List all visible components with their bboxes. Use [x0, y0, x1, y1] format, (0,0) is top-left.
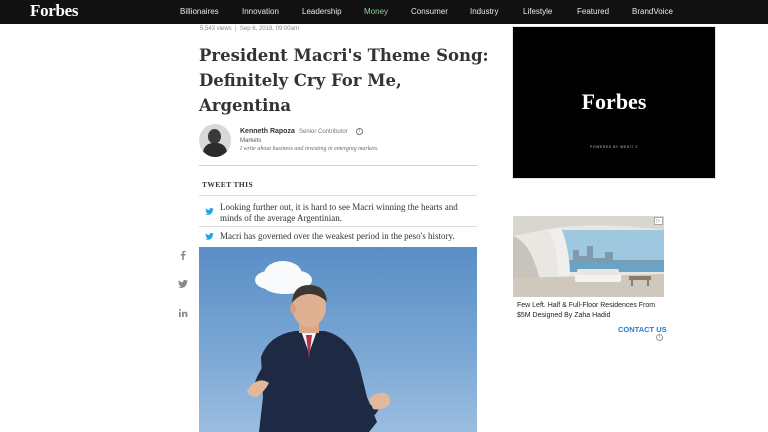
tweet-divider — [199, 226, 477, 227]
nav-item-lifestyle[interactable]: Lifestyle — [523, 7, 552, 16]
forbes-logo[interactable]: Forbes — [30, 1, 79, 21]
tweet-text: Macri has governed over the weakest peri… — [220, 231, 455, 241]
nav-item-innovation[interactable]: Innovation — [242, 7, 279, 16]
twitter-bird-icon — [205, 208, 214, 215]
ad-interior-illustration — [513, 216, 664, 297]
linkedin-icon[interactable] — [178, 308, 188, 318]
contact-us-button[interactable]: CONTACT US — [618, 325, 667, 334]
nav-item-brandvoice[interactable]: BrandVoice — [632, 7, 673, 16]
photo-illustration — [247, 261, 391, 432]
article-photo[interactable] — [199, 247, 477, 432]
avatar-head-shape — [208, 129, 221, 144]
nav-item-billionaires[interactable]: Billionaires — [180, 7, 219, 16]
publish-date: Sep 6, 2018, 09:00am — [239, 26, 299, 32]
ad-info-icon[interactable]: i — [656, 334, 663, 341]
person-figure — [247, 285, 391, 432]
nav-item-money[interactable]: Money — [364, 7, 388, 16]
nav-item-consumer[interactable]: Consumer — [411, 7, 448, 16]
article-headline: President Macri's Theme Song: Definitely… — [199, 46, 489, 115]
info-icon[interactable]: i — [356, 128, 363, 135]
facebook-icon[interactable] — [178, 250, 188, 260]
nav-item-featured[interactable]: Featured — [577, 7, 609, 16]
tweet-item[interactable]: Looking further out, it is hard to see M… — [202, 202, 477, 228]
ad-choices-icon[interactable]: ▷ — [654, 217, 663, 225]
forbes-display-ad[interactable]: Forbes POWERED BY WEDIT Z — [513, 27, 715, 178]
tweet-divider-top — [199, 195, 477, 196]
author-divider — [199, 165, 477, 166]
avatar-body-shape — [203, 143, 227, 157]
twitter-bird-icon — [205, 233, 214, 240]
top-navigation-bar: Forbes Billionaires Innovation Leadershi… — [0, 0, 768, 24]
author-role: Senior Contributor — [299, 129, 348, 135]
ad-image[interactable]: ▷ — [513, 216, 664, 297]
author-bio: I write about business and investing in … — [240, 146, 379, 152]
article-meta: 5,543 views | Sep 6, 2018, 09:00am — [200, 26, 299, 32]
tweet-text: Looking further out, it is hard to see M… — [220, 202, 458, 223]
tweet-this-heading: TWEET THIS — [202, 180, 254, 189]
ad-forbes-logo: Forbes — [581, 89, 647, 114]
ad-powered-by-text: POWERED BY WEDIT Z — [590, 145, 638, 149]
view-count: 5,543 views — [200, 26, 232, 32]
nav-item-industry[interactable]: Industry — [470, 7, 498, 16]
author-name[interactable]: Kenneth Rapoza — [240, 128, 295, 135]
twitter-icon[interactable] — [178, 279, 188, 289]
ad-headline[interactable]: Few Left. Half & Full-Floor Residences F… — [517, 301, 663, 321]
author-section[interactable]: Markets — [240, 138, 261, 144]
tweet-item[interactable]: Macri has governed over the weakest peri… — [202, 231, 477, 245]
nav-item-leadership[interactable]: Leadership — [302, 7, 342, 16]
author-avatar[interactable] — [199, 124, 231, 157]
